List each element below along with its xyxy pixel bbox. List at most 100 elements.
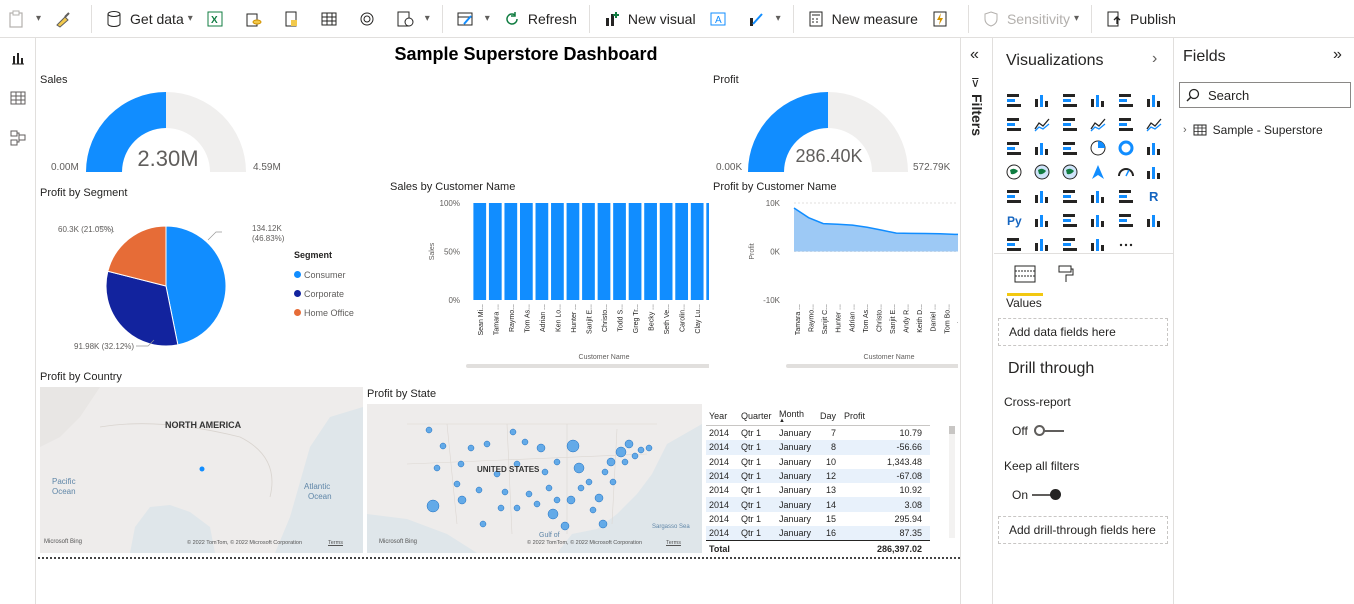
format-painter-button[interactable] — [47, 4, 85, 34]
state-bubble[interactable] — [536, 443, 546, 453]
drill-through-drop-zone[interactable]: Add drill-through fields here — [998, 516, 1168, 544]
bar[interactable] — [582, 203, 595, 300]
clustered-column-icon[interactable] — [1084, 88, 1112, 112]
stacked-bar-icon[interactable] — [1000, 88, 1028, 112]
sql-button[interactable] — [275, 4, 313, 34]
profit-country-map[interactable]: NORTH AMERICA Pacific Ocean Atlantic Oce… — [40, 387, 363, 553]
state-bubble[interactable] — [547, 508, 559, 520]
state-bubble[interactable] — [621, 458, 629, 466]
state-bubble[interactable] — [457, 460, 465, 468]
bar[interactable] — [690, 203, 704, 300]
scrollbar-thumb[interactable] — [949, 426, 955, 434]
ribbon-chart-icon[interactable] — [1140, 112, 1168, 136]
state-bubble[interactable] — [545, 484, 553, 492]
filled-map-icon[interactable] — [1028, 160, 1056, 184]
new-visual-button[interactable]: New visual — [596, 4, 702, 34]
state-bubble[interactable] — [439, 442, 447, 450]
state-bubble[interactable] — [606, 457, 616, 467]
profit-customer-chart[interactable]: 10K 0K -10K Profit Tamara ... Raymo... Sanjit … — [708, 193, 958, 373]
key-influencers-icon[interactable] — [1028, 208, 1056, 232]
format-visual-tab[interactable] — [1056, 264, 1076, 289]
line-column-icon[interactable] — [1084, 112, 1112, 136]
table-row[interactable]: 2014 Qtr 1 January 14 3.08 — [706, 497, 930, 512]
clustered-bar-icon[interactable] — [1056, 88, 1084, 112]
legend-item-corporate[interactable]: Corporate — [294, 284, 354, 303]
table-row[interactable]: 2014 Qtr 1 January 15 295.94 — [706, 512, 930, 526]
line-clustered-icon[interactable] — [1112, 112, 1140, 136]
waterfall-icon[interactable] — [1000, 136, 1028, 160]
state-bubble[interactable] — [541, 468, 549, 476]
gauge-icon[interactable] — [1112, 160, 1140, 184]
model-view-button[interactable] — [0, 118, 36, 158]
excel-button[interactable]: X — [199, 4, 237, 34]
bar[interactable] — [644, 203, 657, 300]
area-chart-icon[interactable] — [1028, 112, 1056, 136]
bar[interactable] — [613, 203, 626, 300]
report-view-button[interactable] — [0, 38, 36, 78]
state-bubble[interactable] — [609, 478, 617, 486]
filters-pane[interactable]: « ⊽ Filters — [960, 38, 993, 604]
state-bubble[interactable] — [615, 446, 627, 458]
bar[interactable] — [473, 203, 487, 300]
paste-button[interactable]: ▾ — [0, 4, 47, 34]
bar[interactable] — [551, 203, 564, 300]
state-bubble[interactable] — [433, 464, 441, 472]
map-terms-link[interactable]: Terms — [328, 540, 343, 546]
collapse-filters-icon[interactable]: « — [970, 46, 979, 64]
python-visual-icon[interactable]: Py — [1000, 208, 1028, 232]
x-scrollbar[interactable] — [466, 364, 709, 368]
profit-date-table[interactable]: Year Quarter Month ▲ Day Profit 2014 Qtr 1… — [706, 406, 930, 556]
goals-icon[interactable] — [1140, 208, 1168, 232]
data-view-button[interactable] — [0, 78, 36, 118]
table-row[interactable]: 2014 Qtr 1 January 13 10.92 — [706, 483, 930, 497]
donut-chart-icon[interactable] — [1112, 136, 1140, 160]
column-header-month[interactable]: Month ▲ — [776, 409, 816, 424]
state-bubble[interactable] — [577, 484, 585, 492]
transform-data-button[interactable]: ▾ — [449, 4, 496, 34]
values-drop-zone[interactable]: Add data fields here — [998, 318, 1168, 346]
state-bubble[interactable] — [601, 468, 609, 476]
column-header-day[interactable]: Day — [816, 411, 840, 421]
table-scrollbar[interactable] — [949, 426, 955, 538]
state-bubble[interactable] — [501, 488, 509, 496]
map-icon[interactable] — [1000, 160, 1028, 184]
publish-button[interactable]: Publish — [1098, 4, 1182, 34]
state-bubble[interactable] — [566, 439, 580, 453]
more-visuals-button[interactable]: ▾ — [740, 4, 787, 34]
100-bar-icon[interactable] — [1112, 88, 1140, 112]
state-bubble[interactable] — [645, 444, 653, 452]
bar[interactable] — [488, 203, 502, 300]
legend-item-consumer[interactable]: Consumer — [294, 265, 354, 284]
map-terms-link[interactable]: Terms — [666, 540, 681, 546]
decomposition-tree-icon[interactable] — [1056, 208, 1084, 232]
transform-button[interactable]: ▾ — [389, 4, 436, 34]
state-bubble[interactable] — [533, 500, 541, 508]
table-viz-icon[interactable] — [1084, 184, 1112, 208]
table-row[interactable]: 2014 Qtr 1 January 8 -56.66 — [706, 440, 930, 455]
fields-search-input[interactable]: Search — [1179, 82, 1351, 108]
scatter-icon[interactable] — [1056, 136, 1084, 160]
state-bubble[interactable] — [513, 504, 521, 512]
build-visual-tab[interactable] — [1007, 264, 1043, 296]
state-bubble[interactable] — [453, 480, 461, 488]
bar[interactable] — [675, 203, 689, 300]
state-bubble[interactable] — [525, 490, 533, 498]
sensitivity-button[interactable]: Sensitivity ▾ — [975, 4, 1085, 34]
state-bubble[interactable] — [479, 520, 487, 528]
kpi-icon[interactable] — [1028, 184, 1056, 208]
bar[interactable] — [535, 203, 549, 300]
state-bubble[interactable] — [483, 440, 491, 448]
bar[interactable] — [566, 203, 580, 300]
column-header-year[interactable]: Year — [706, 411, 738, 421]
field-table-sample-superstore[interactable]: › Sample - Superstore — [1183, 123, 1323, 137]
state-bubble[interactable] — [585, 478, 593, 486]
state-bubble[interactable] — [497, 504, 505, 512]
state-bubble[interactable] — [637, 446, 645, 454]
quick-measure-button[interactable] — [924, 4, 962, 34]
bar[interactable] — [504, 203, 518, 300]
recent-sources-button[interactable] — [351, 4, 389, 34]
table-row[interactable]: 2014 Qtr 1 January 12 -67.08 — [706, 468, 930, 484]
state-bubble[interactable] — [553, 496, 561, 504]
stacked-column-icon[interactable] — [1028, 88, 1056, 112]
state-bubble[interactable] — [425, 426, 433, 434]
